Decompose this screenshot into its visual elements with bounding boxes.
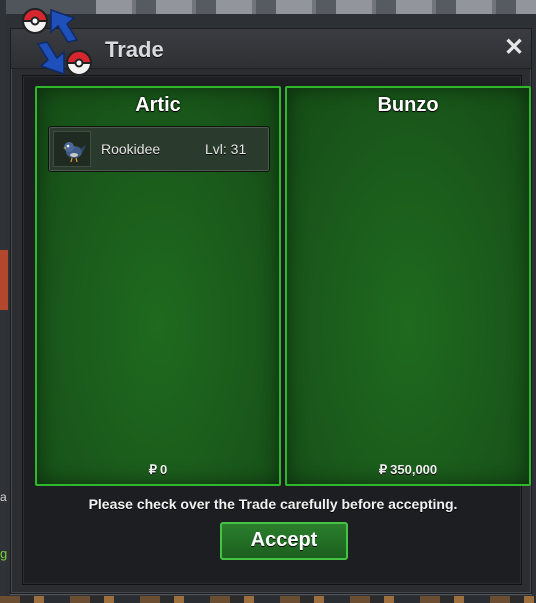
close-icon: ✕ xyxy=(503,34,525,61)
game-background-left-text: a xyxy=(0,490,7,504)
offered-pokemon-item[interactable]: Rookidee Lvl: 31 xyxy=(48,126,270,172)
right-money-amount: 350,000 xyxy=(390,462,438,477)
left-money-amount: 0 xyxy=(160,462,168,477)
trade-window: Trade ✕ Artic Rookidee Lvl: 31 ₽ 0 Bunzo… xyxy=(10,28,532,594)
right-money: ₽350,000 xyxy=(287,462,529,478)
right-player-name: Bunzo xyxy=(377,94,439,116)
pokemon-name: Rookidee xyxy=(101,141,161,157)
game-background-left-green-text: g xyxy=(0,546,8,561)
pokedollar-icon: ₽ xyxy=(148,462,158,477)
trade-swap-pokeballs-icon xyxy=(21,8,93,76)
accept-button[interactable]: Accept xyxy=(220,522,348,560)
trade-content: Artic Rookidee Lvl: 31 ₽ 0 Bunzo ₽ 350,0… xyxy=(22,75,531,585)
game-background-left-accent xyxy=(0,250,8,310)
left-player-name: Artic xyxy=(135,94,181,116)
pokemon-level: Lvl: 31 xyxy=(205,141,247,157)
trade-notice: Please check over the Trade carefully be… xyxy=(88,496,458,512)
close-button[interactable]: ✕ xyxy=(503,34,525,61)
left-offer-panel: Artic Rookidee Lvl: 31 ₽ 0 xyxy=(35,86,281,486)
game-background-bottom-strip xyxy=(0,596,536,603)
right-offer-panel: Bunzo ₽350,000 xyxy=(285,86,531,486)
rookidee-icon xyxy=(53,131,91,167)
window-title: Trade xyxy=(105,37,164,62)
game-background-top-strip xyxy=(96,0,536,14)
pokedollar-icon: ₽ xyxy=(378,462,388,477)
left-money: ₽0 xyxy=(37,462,279,478)
